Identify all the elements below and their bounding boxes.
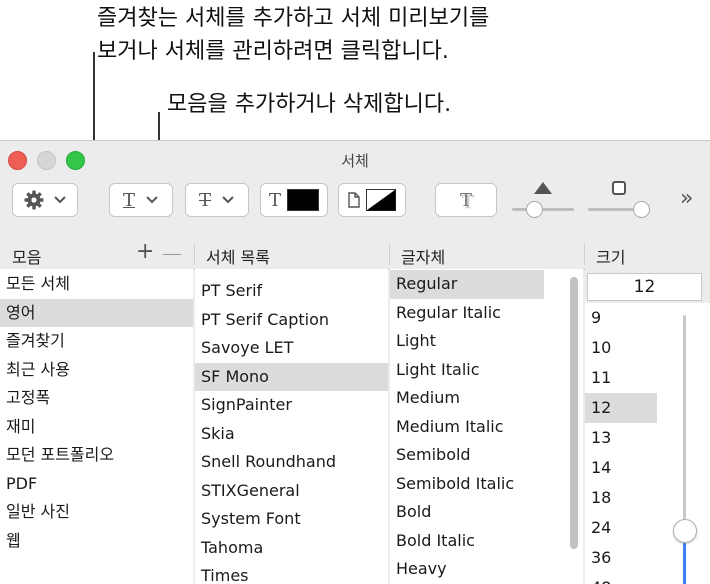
list-item[interactable]: PT Serif <box>195 277 388 306</box>
strikethrough-icon: T <box>198 189 211 211</box>
list-item[interactable]: Medium <box>390 384 544 413</box>
action-button[interactable] <box>12 183 78 217</box>
list-item[interactable]: Savoye LET <box>195 334 388 363</box>
list-item[interactable]: 영어 <box>0 298 193 327</box>
list-item[interactable]: 모던 포트폴리오 <box>0 441 193 470</box>
list-item[interactable]: Regular Italic <box>390 299 544 328</box>
slider-thumb[interactable] <box>633 201 650 218</box>
callout-line-2: 보거나 서체를 관리하려면 클릭합니다. <box>97 39 449 64</box>
window-title: 서체 <box>341 152 369 170</box>
list-item[interactable]: Heavy <box>390 555 544 584</box>
titlebar: 서체 <box>0 141 710 177</box>
slider-thumb[interactable] <box>526 201 543 218</box>
slider-track <box>512 208 574 211</box>
chevron-down-icon <box>146 196 158 204</box>
list-item[interactable]: Times <box>195 562 388 584</box>
size-panel: 12 9 10 11 12 13 14 18 24 36 48 <box>585 269 710 584</box>
column-headers: 모음 + 서체 목록 글자체 크기 <box>0 239 710 270</box>
list-item[interactable]: SignPainter <box>195 391 388 420</box>
document-icon <box>348 192 360 208</box>
list-item[interactable]: 12 <box>585 393 657 423</box>
list-item[interactable]: 14 <box>585 453 673 483</box>
size-list: 9 10 11 12 13 14 18 24 36 48 <box>585 303 673 584</box>
chevron-down-icon <box>54 196 66 204</box>
list-item[interactable]: 18 <box>585 483 673 513</box>
list-item[interactable]: 36 <box>585 543 673 573</box>
list-item[interactable]: 9 <box>585 303 673 333</box>
column-divider <box>389 243 390 265</box>
list-item[interactable]: SF Mono <box>195 362 388 391</box>
size-field[interactable]: 12 <box>587 273 702 301</box>
text-shadow-icon: T <box>459 189 472 211</box>
column-divider <box>194 243 195 265</box>
document-color-swatch <box>366 189 396 211</box>
list-item[interactable]: Regular <box>390 270 544 299</box>
list-item[interactable]: Tahoma <box>195 534 388 563</box>
families-list: PT Serif PT Serif Caption Savoye LET SF … <box>195 269 388 584</box>
underline-icon: T <box>122 189 135 211</box>
list-item[interactable]: 11 <box>585 363 673 393</box>
collections-header: 모음 <box>12 248 42 267</box>
list-item[interactable]: System Font <box>195 505 388 534</box>
list-item[interactable]: 웹 <box>0 527 193 556</box>
column-divider <box>584 243 585 265</box>
chevron-down-icon <box>222 196 234 204</box>
list-item[interactable]: 48 <box>585 573 673 584</box>
triangle-icon <box>534 182 552 194</box>
list-item[interactable]: Bold <box>390 498 544 527</box>
list-item[interactable]: 10 <box>585 333 673 363</box>
list-item[interactable]: Snell Roundhand <box>195 448 388 477</box>
remove-collection-button[interactable] <box>163 254 181 255</box>
list-item[interactable]: 고정폭 <box>0 384 193 413</box>
typefaces-list: Regular Regular Italic Light Light Itali… <box>390 269 583 584</box>
typefaces-scrollbar[interactable] <box>570 277 578 549</box>
list-item[interactable]: 최근 사용 <box>0 356 193 385</box>
toolbar: T T T T » <box>0 177 710 231</box>
list-item[interactable]: PT Serif Caption <box>195 306 388 335</box>
text-shadow-button[interactable]: T <box>435 183 497 217</box>
list-item[interactable]: 즐겨찾기 <box>0 327 193 356</box>
text-color-button[interactable]: T <box>260 183 328 217</box>
list-item[interactable]: Semibold Italic <box>390 470 544 499</box>
collections-list: 모든 서체 영어 즐겨찾기 최근 사용 고정폭 재미 모던 포트폴리오 PDF … <box>0 269 193 584</box>
gear-icon <box>24 190 44 210</box>
list-item[interactable]: Bold Italic <box>390 527 544 556</box>
list-item[interactable]: Light Italic <box>390 356 544 385</box>
callout-fonts-button: 즐겨찾는 서체를 추가하고 서체 미리보기를 보거나 서체를 관리하려면 클릭합… <box>97 2 489 68</box>
callout-collection-buttons: 모음을 추가하거나 삭제합니다. <box>167 92 452 117</box>
callout-line-1: 즐겨찾는 서체를 추가하고 서체 미리보기를 <box>97 6 490 31</box>
list-item[interactable]: 일반 사진 <box>0 498 193 527</box>
text-color-swatch <box>287 189 319 211</box>
slider-thumb[interactable] <box>673 519 697 543</box>
list-item[interactable]: Skia <box>195 420 388 449</box>
square-icon <box>612 181 626 195</box>
list-item[interactable]: PDF <box>0 470 193 499</box>
list-item[interactable]: 24 <box>585 513 673 543</box>
strikethrough-button[interactable]: T <box>185 183 249 217</box>
size-header: 크기 <box>596 248 626 267</box>
add-collection-button[interactable]: + <box>136 239 154 264</box>
list-item[interactable]: Semibold <box>390 441 544 470</box>
list-item[interactable]: Medium Italic <box>390 413 544 442</box>
families-header: 서체 목록 <box>206 248 270 267</box>
slider-fill <box>683 543 686 584</box>
fonts-window: 서체 T T T T » 모음 + 서체 목록 글자체 크기 모든 서체 영어 … <box>0 140 710 584</box>
toolbar-overflow-button[interactable]: » <box>680 186 693 211</box>
size-slider[interactable] <box>673 303 710 584</box>
list-item[interactable]: STIXGeneral <box>195 477 388 506</box>
typefaces-header: 글자체 <box>401 248 446 267</box>
list-item[interactable]: Light <box>390 327 544 356</box>
list-item[interactable]: 재미 <box>0 413 193 442</box>
shadow-opacity-slider[interactable] <box>512 181 574 221</box>
list-item[interactable]: 모든 서체 <box>0 270 193 299</box>
shadow-blur-slider[interactable] <box>588 181 650 221</box>
list-item[interactable]: 13 <box>585 423 673 453</box>
underline-button[interactable]: T <box>109 183 173 217</box>
text-color-icon: T <box>268 189 281 211</box>
document-color-button[interactable] <box>338 183 406 217</box>
